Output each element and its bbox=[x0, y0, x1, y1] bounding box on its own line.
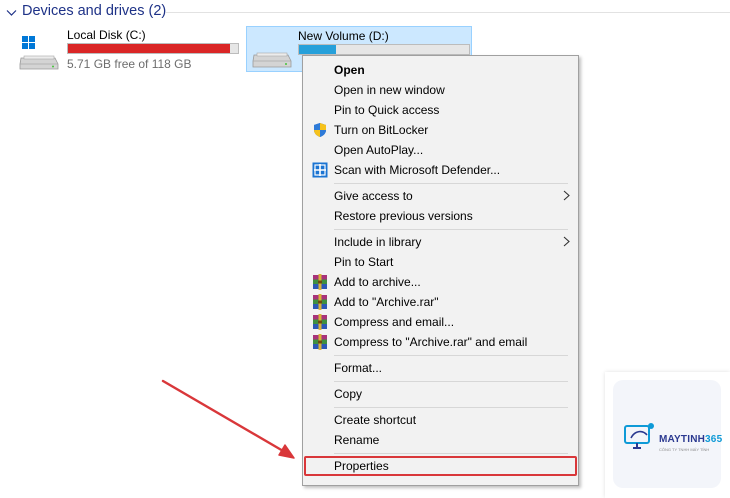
menu-separator bbox=[334, 381, 568, 382]
menu-separator bbox=[334, 355, 568, 356]
drive-usage-bar bbox=[298, 44, 470, 55]
menu-item-pin-to-quick-access[interactable]: Pin to Quick access bbox=[305, 100, 576, 120]
menu-item-add-to-archive-rar[interactable]: Add to "Archive.rar" bbox=[305, 292, 576, 312]
menu-item-label: Pin to Start bbox=[334, 255, 394, 269]
menu-item-label: Open in new window bbox=[334, 83, 445, 97]
group-divider bbox=[166, 12, 730, 13]
menu-item-restore-previous-versions[interactable]: Restore previous versions bbox=[305, 206, 576, 226]
chevron-right-icon bbox=[563, 190, 570, 204]
group-title: Devices and drives (2) bbox=[22, 3, 167, 19]
context-menu: Open Open in new window Pin to Quick acces… bbox=[302, 55, 579, 486]
menu-item-scan-with-microsoft-defender[interactable]: Scan with Microsoft Defender... bbox=[305, 160, 576, 180]
logo-tagline: CÔNG TY TNHH MÁY TÍNH bbox=[659, 447, 710, 452]
menu-item-label: Format... bbox=[334, 361, 383, 375]
menu-separator bbox=[334, 183, 568, 184]
menu-item-format[interactable]: Format... bbox=[305, 358, 576, 378]
menu-item-open-in-new-window[interactable]: Open in new window bbox=[305, 80, 576, 100]
menu-item-turn-on-bitlocker[interactable]: Turn on BitLocker bbox=[305, 120, 576, 140]
menu-item-label: Compress to "Archive.rar" and email bbox=[334, 335, 528, 349]
menu-item-pin-to-start[interactable]: Pin to Start bbox=[305, 252, 576, 272]
chevron-down-icon[interactable] bbox=[6, 6, 17, 20]
logo-brand-number: 365 bbox=[705, 434, 723, 445]
winrar-icon bbox=[312, 274, 328, 290]
menu-item-open-autoplay[interactable]: Open AutoPlay... bbox=[305, 140, 576, 160]
menu-item-label: Create shortcut bbox=[334, 413, 417, 427]
logo-card: MAYTINH365 CÔNG TY TNHH MÁY TÍNH bbox=[613, 380, 722, 488]
menu-item-label: Open AutoPlay... bbox=[334, 143, 424, 157]
menu-item-properties[interactable]: Properties bbox=[304, 456, 577, 476]
menu-item-label: Turn on BitLocker bbox=[334, 123, 429, 137]
drive-usage-bar bbox=[67, 43, 239, 54]
menu-item-label: Copy bbox=[334, 387, 363, 401]
menu-item-create-shortcut[interactable]: Create shortcut bbox=[305, 410, 576, 430]
menu-item-compress-and-email[interactable]: Compress and email... bbox=[305, 312, 576, 332]
winrar-icon bbox=[312, 334, 328, 350]
drive-name: New Volume (D:) bbox=[298, 29, 389, 43]
devices-and-drives-group-header[interactable]: Devices and drives (2) bbox=[0, 0, 730, 24]
menu-item-give-access-to[interactable]: Give access to bbox=[305, 186, 576, 206]
menu-item-label: Compress and email... bbox=[334, 315, 455, 329]
bitlocker-shield-icon bbox=[312, 122, 328, 138]
chevron-right-icon bbox=[563, 236, 570, 250]
menu-separator bbox=[334, 229, 568, 230]
menu-item-label: Rename bbox=[334, 433, 380, 447]
windows-drive-icon bbox=[18, 36, 60, 70]
drive-tile-c[interactable]: Local Disk (C:) 5.71 GB free of 118 GB bbox=[14, 26, 246, 72]
drive-icon bbox=[251, 37, 293, 71]
winrar-icon bbox=[312, 294, 328, 310]
maytinh365-logo: MAYTINH365 CÔNG TY TNHH MÁY TÍNH bbox=[605, 372, 730, 498]
menu-item-label: Properties bbox=[334, 459, 389, 473]
menu-item-compress-to-archive-rar-and-email[interactable]: Compress to "Archive.rar" and email bbox=[305, 332, 576, 352]
menu-item-label: Add to archive... bbox=[334, 275, 421, 289]
drive-name: Local Disk (C:) bbox=[67, 28, 146, 42]
drive-free-space: 5.71 GB free of 118 GB bbox=[67, 57, 192, 71]
menu-item-label: Restore previous versions bbox=[334, 209, 473, 223]
defender-icon bbox=[312, 162, 328, 178]
menu-item-copy[interactable]: Copy bbox=[305, 384, 576, 404]
menu-separator bbox=[334, 453, 568, 454]
menu-item-include-in-library[interactable]: Include in library bbox=[305, 232, 576, 252]
menu-item-label: Add to "Archive.rar" bbox=[334, 295, 439, 309]
menu-item-label: Open bbox=[334, 63, 365, 77]
menu-item-rename[interactable]: Rename bbox=[305, 430, 576, 450]
logo-wordmark: MAYTINH365 bbox=[659, 434, 722, 445]
logo-monitor-icon bbox=[624, 423, 654, 449]
drive-usage-fill bbox=[299, 45, 337, 54]
menu-item-open[interactable]: Open bbox=[305, 60, 576, 80]
logo-brand-prefix: MAYTINH bbox=[659, 434, 706, 445]
menu-item-label: Give access to bbox=[334, 189, 413, 203]
menu-item-label: Scan with Microsoft Defender... bbox=[334, 163, 501, 177]
menu-item-label: Include in library bbox=[334, 235, 422, 249]
menu-item-add-to-archive[interactable]: Add to archive... bbox=[305, 272, 576, 292]
menu-separator bbox=[334, 407, 568, 408]
winrar-icon bbox=[312, 314, 328, 330]
drive-usage-fill bbox=[68, 44, 230, 53]
menu-item-label: Pin to Quick access bbox=[334, 103, 440, 117]
